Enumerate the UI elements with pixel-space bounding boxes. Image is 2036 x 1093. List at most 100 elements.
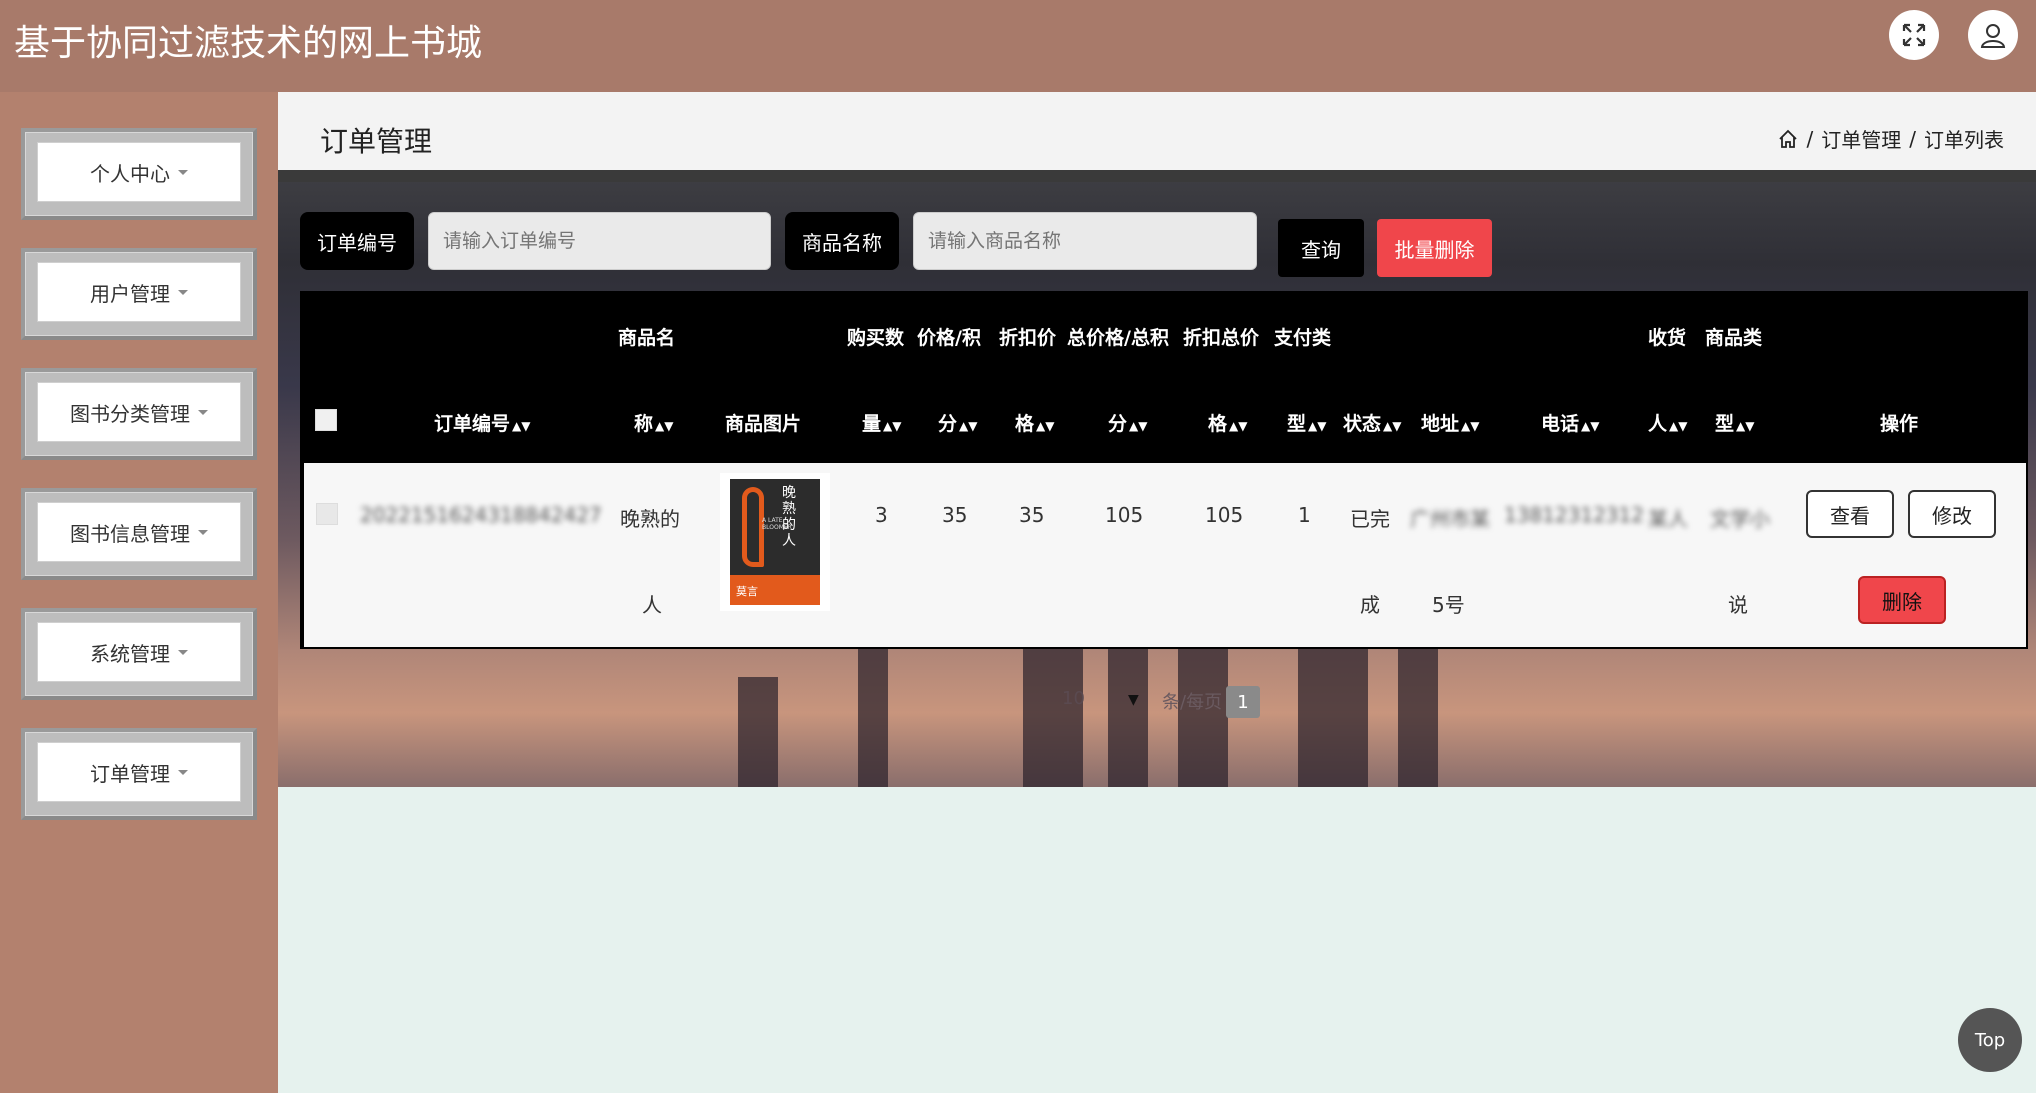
sidebar-item-label: 订单管理 [90, 761, 170, 786]
book-author: 莫言 [736, 585, 758, 598]
breadcrumb: / 订单管理 / 订单列表 [1777, 124, 2004, 153]
sidebar-item-user-management[interactable]: 用户管理 [21, 248, 257, 340]
sort-icon: ▲▼ [1308, 419, 1327, 433]
sidebar-item-label: 用户管理 [90, 281, 170, 306]
cell-discount: 35 [1019, 503, 1045, 527]
sort-icon: ▲▼ [655, 419, 674, 433]
batch-delete-button[interactable]: 批量删除 [1377, 219, 1492, 277]
breadcrumb-separator: / [1806, 126, 1814, 151]
sort-icon: ▲▼ [1229, 419, 1248, 433]
th-address[interactable]: 地址 ▲▼ [1421, 409, 1479, 436]
cell-phone: 13812312312 [1504, 503, 1644, 527]
sidebar-item-system-management[interactable]: 系统管理 [21, 608, 257, 700]
sort-icon: ▲▼ [1461, 419, 1480, 433]
row-checkbox[interactable] [316, 503, 338, 525]
th-pay-type-2[interactable]: 型 ▲▼ [1287, 409, 1326, 436]
sidebar-item-label: 图书分类管理 [70, 401, 190, 426]
edit-button[interactable]: 修改 [1908, 490, 1996, 538]
page-header: 订单管理 / 订单管理 / 订单列表 [278, 92, 2036, 170]
caret-down-icon [178, 289, 188, 295]
sidebar-item-personal-center[interactable]: 个人中心 [21, 128, 257, 220]
th-order-no[interactable]: 订单编号 ▲▼ [434, 409, 530, 436]
th-price-2[interactable]: 分 ▲▼ [938, 409, 977, 436]
background-building [738, 677, 778, 787]
cell-discount-total: 105 [1205, 503, 1244, 527]
th-total-2[interactable]: 分 ▲▼ [1108, 409, 1147, 436]
table-row: 2022151624318842427 晚熟的 人 晚熟的人 A LATE BL… [304, 463, 2026, 647]
app-title: 基于协同过滤技术的网上书城 [14, 23, 483, 64]
top-header: 基于协同过滤技术的网上书城 [0, 0, 2036, 92]
caret-down-icon [178, 169, 188, 175]
breadcrumb-order-management[interactable]: 订单管理 [1821, 124, 1901, 153]
th-product-name: 商品名 [618, 327, 676, 349]
cell-total: 105 [1105, 503, 1144, 527]
th-quantity-2[interactable]: 量 ▲▼ [862, 409, 901, 436]
sort-icon: ▲▼ [1129, 419, 1148, 433]
sort-icon: ▲▼ [1036, 419, 1055, 433]
cell-pay-type: 1 [1298, 503, 1311, 527]
cell-category-2: 说 [1728, 593, 1748, 617]
view-button[interactable]: 查看 [1806, 490, 1894, 538]
sort-icon: ▲▼ [959, 419, 978, 433]
sort-icon: ▲▼ [883, 419, 902, 433]
order-no-input[interactable] [428, 212, 771, 270]
order-table: 商品名 购买数 价格/积 折扣价 总价格/总积 折扣总价 支付类 收货 商品类 … [300, 291, 2028, 649]
product-image[interactable]: 晚熟的人 A LATE BLOOMER 莫言 [720, 473, 830, 611]
page-button-current[interactable]: 1 [1226, 686, 1260, 718]
delete-button[interactable]: 删除 [1858, 576, 1946, 624]
th-receiver-2[interactable]: 人 ▲▼ [1648, 409, 1687, 436]
th-phone[interactable]: 电话 ▲▼ [1541, 409, 1599, 436]
chevron-down-icon[interactable]: ▼ [1128, 692, 1139, 708]
cell-price: 35 [942, 503, 968, 527]
sort-icon: ▲▼ [1669, 419, 1688, 433]
th-status[interactable]: 状态 ▲▼ [1343, 409, 1401, 436]
order-no-label: 订单编号 [300, 212, 414, 270]
cell-product-name: 晚熟的 [620, 507, 680, 531]
page-title: 订单管理 [320, 125, 433, 158]
fullscreen-icon [1902, 23, 1926, 47]
user-button[interactable] [1968, 10, 2018, 60]
sidebar-item-book-category[interactable]: 图书分类管理 [21, 368, 257, 460]
home-icon[interactable] [1777, 128, 1799, 150]
th-discount: 折扣价 [999, 327, 1057, 349]
per-page-label: 条/每页 [1162, 692, 1223, 713]
caret-down-icon [198, 409, 208, 415]
th-category-2[interactable]: 型 ▲▼ [1715, 409, 1754, 436]
caret-down-icon [178, 649, 188, 655]
fullscreen-button[interactable] [1889, 10, 1939, 60]
select-all-checkbox[interactable] [315, 409, 337, 431]
sidebar-item-book-info[interactable]: 图书信息管理 [21, 488, 257, 580]
query-button[interactable]: 查询 [1278, 219, 1364, 277]
sort-icon: ▲▼ [1383, 419, 1402, 433]
th-product-image: 商品图片 [725, 413, 802, 435]
sort-icon: ▲▼ [512, 419, 531, 433]
sidebar-item-label: 个人中心 [90, 161, 170, 186]
cell-address-2: 5号 [1432, 593, 1465, 617]
page-size-select[interactable]: 10 [1062, 688, 1085, 709]
background-building [1398, 647, 1438, 787]
cell-quantity: 3 [875, 503, 888, 527]
caret-down-icon [178, 769, 188, 775]
th-discount-total-2[interactable]: 格 ▲▼ [1208, 409, 1247, 436]
th-receiver: 收货 [1648, 327, 1687, 349]
th-category: 商品类 [1705, 327, 1763, 349]
sidebar-item-order-management[interactable]: 订单管理 [21, 728, 257, 820]
th-product-name-2[interactable]: 称 ▲▼ [634, 409, 673, 436]
th-discount-total: 折扣总价 [1183, 327, 1260, 349]
product-name-input[interactable] [913, 212, 1257, 270]
breadcrumb-order-list: 订单列表 [1924, 128, 2004, 152]
cell-order-no: 2022151624318842427 [360, 503, 602, 527]
cell-status-2: 成 [1360, 593, 1380, 617]
back-to-top-button[interactable]: Top [1958, 1008, 2022, 1072]
th-total: 总价格/总积 [1067, 327, 1169, 349]
th-actions: 操作 [1880, 413, 1919, 435]
th-discount-2[interactable]: 格 ▲▼ [1015, 409, 1054, 436]
product-name-label: 商品名称 [785, 212, 899, 270]
sort-icon: ▲▼ [1736, 419, 1755, 433]
background-building [858, 637, 888, 787]
sidebar-item-label: 图书信息管理 [70, 521, 190, 546]
cell-status: 已完 [1350, 507, 1390, 531]
th-pay-type: 支付类 [1274, 327, 1332, 349]
user-icon [1980, 24, 2006, 48]
divider [278, 170, 2036, 182]
